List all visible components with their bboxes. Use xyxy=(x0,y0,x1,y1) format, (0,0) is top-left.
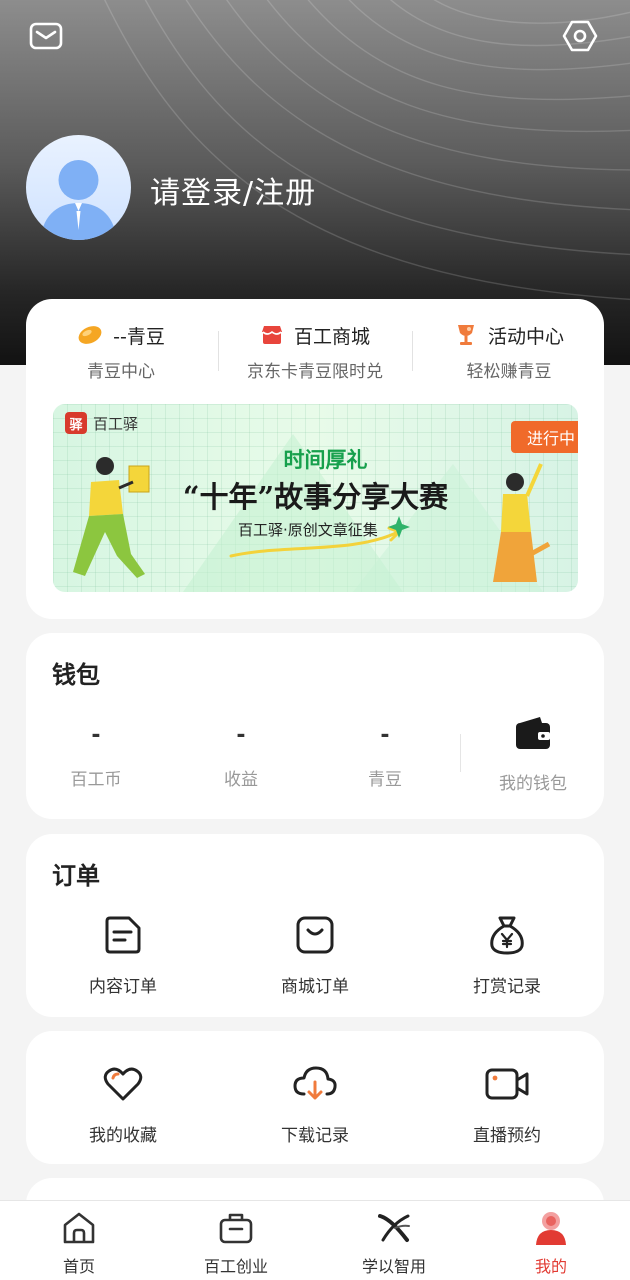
status-badge: 进行中 xyxy=(511,421,578,453)
shop-title: 百工商城 xyxy=(293,325,370,348)
login-register-link[interactable]: 请登录/注册 xyxy=(150,168,316,212)
earnings-value: - xyxy=(236,723,246,748)
tab-business[interactable]: 百工创业 xyxy=(186,1209,286,1277)
profile-icon xyxy=(536,1212,566,1245)
divider xyxy=(460,734,461,772)
earnings-label: 收益 xyxy=(224,770,258,790)
shop-sub: 京东卡青豆限时兑 xyxy=(247,362,383,382)
tab-home-label: 首页 xyxy=(62,1257,95,1276)
stat-coins[interactable]: - 百工币 xyxy=(36,723,156,790)
live-booking-label: 直播预约 xyxy=(473,1126,541,1146)
wallet-title: 钱包 xyxy=(52,661,100,689)
content-order-icon xyxy=(105,916,141,954)
heart-icon xyxy=(103,1067,143,1101)
bottom-tab-bar: 首页 百工创业 学以智用 我的 xyxy=(0,1200,630,1280)
shop-order-button[interactable]: 商城订单 xyxy=(240,912,390,997)
settings-icon xyxy=(562,20,598,52)
stat-beans[interactable]: - 青豆 xyxy=(325,723,445,790)
banner-brand: 驿 百工驿 xyxy=(65,412,138,434)
favorites-button[interactable]: 我的收藏 xyxy=(48,1061,198,1146)
divider xyxy=(412,331,413,371)
tab-learning-label: 学以智用 xyxy=(361,1257,426,1276)
activity-sub: 轻松赚青豆 xyxy=(466,362,552,382)
tip-record-label: 打赏记录 xyxy=(473,977,541,997)
default-avatar-icon xyxy=(40,160,117,240)
divider xyxy=(218,331,219,371)
mail-button[interactable] xyxy=(24,14,68,58)
favorites-label: 我的收藏 xyxy=(89,1126,157,1146)
wallet-card: 钱包 - 百工币 - 收益 - 青豆 我的钱包 xyxy=(26,633,604,819)
quick-link-activity[interactable]: 活动中心 轻松赚青豆 xyxy=(414,317,604,382)
cloud-download-icon xyxy=(293,1066,337,1100)
banner-title: “十年”故事分享大赛 xyxy=(182,480,449,514)
stat-earnings[interactable]: - 收益 xyxy=(181,723,301,790)
my-wallet-button[interactable]: 我的钱包 xyxy=(473,715,593,794)
trophy-icon xyxy=(457,325,474,345)
coins-value: - xyxy=(91,723,101,748)
shop-order-icon xyxy=(296,916,334,954)
activity-title: 活动中心 xyxy=(487,325,564,348)
services-card: 我的收藏 下载记录 直播预约 xyxy=(26,1031,604,1164)
live-booking-button[interactable]: 直播预约 xyxy=(432,1061,582,1146)
content-order-button[interactable]: 内容订单 xyxy=(48,912,198,997)
download-record-label: 下载记录 xyxy=(281,1126,349,1146)
brand-name: 百工驿 xyxy=(93,414,139,433)
settings-button[interactable] xyxy=(558,14,602,58)
orders-title: 订单 xyxy=(52,862,100,890)
mail-icon xyxy=(29,22,63,50)
shop-icon xyxy=(261,326,282,344)
bean-icon xyxy=(78,326,102,344)
tab-home[interactable]: 首页 xyxy=(29,1209,129,1277)
tab-mine[interactable]: 我的 xyxy=(501,1209,601,1277)
event-banner[interactable]: 驿 百工驿 时间厚礼 “十年”故事分享大赛 百工驿·原创文章征集 进行中 xyxy=(53,404,578,592)
brand-logo: 驿 xyxy=(65,412,87,434)
banner-tagline: 百工驿·原创文章征集 xyxy=(238,521,378,539)
coins-label: 百工币 xyxy=(70,770,122,790)
download-record-button[interactable]: 下载记录 xyxy=(240,1061,390,1146)
tab-learning[interactable]: 学以智用 xyxy=(344,1209,444,1277)
quick-link-beans[interactable]: --青豆 青豆中心 xyxy=(26,317,216,382)
content-order-label: 内容订单 xyxy=(89,977,157,997)
money-bag-icon xyxy=(490,916,524,955)
quick-links-card: --青豆 青豆中心 百工商城 京东卡青豆限时兑 活动中心 轻松赚青豆 驿 百工驿… xyxy=(26,299,604,619)
quick-link-shop[interactable]: 百工商城 京东卡青豆限时兑 xyxy=(220,317,410,383)
tip-record-button[interactable]: 打赏记录 xyxy=(432,912,582,997)
tab-mine-label: 我的 xyxy=(534,1257,567,1276)
my-wallet-label: 我的钱包 xyxy=(499,774,567,794)
beans-label: 青豆 xyxy=(368,770,402,790)
video-icon xyxy=(485,1068,529,1100)
home-icon xyxy=(63,1212,95,1244)
beans-count: --青豆 xyxy=(113,325,165,348)
beans-value: - xyxy=(380,723,390,748)
avatar[interactable] xyxy=(26,135,131,240)
briefcase-icon xyxy=(219,1213,253,1244)
tab-business-label: 百工创业 xyxy=(203,1257,268,1276)
wallet-icon xyxy=(516,717,550,749)
orders-card: 订单 内容订单 商城订单 打赏记录 xyxy=(26,834,604,1017)
x-logo-icon xyxy=(378,1214,410,1242)
beans-center-label: 青豆中心 xyxy=(87,362,155,382)
banner-subtitle: 时间厚礼 xyxy=(283,448,368,472)
shop-order-label: 商城订单 xyxy=(281,977,349,997)
